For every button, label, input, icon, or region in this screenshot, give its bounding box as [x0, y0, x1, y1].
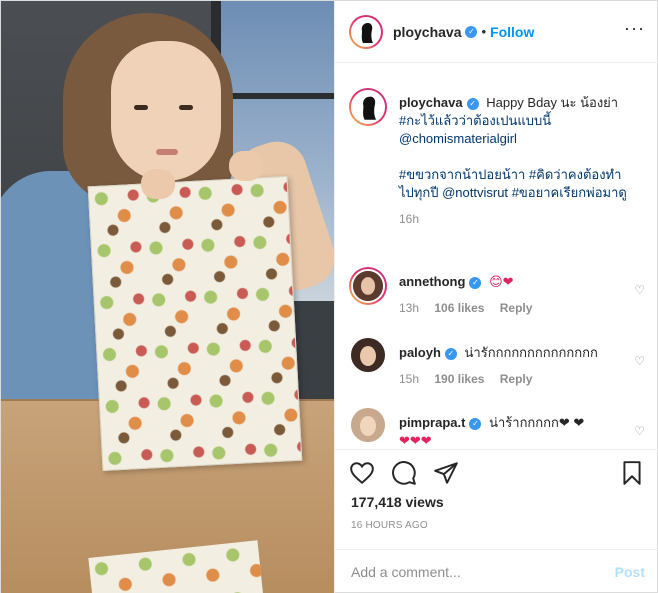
verified-badge-icon: ✓ — [469, 276, 482, 289]
avatar[interactable] — [351, 408, 385, 442]
video-gift-box — [87, 175, 303, 472]
comment-time[interactable]: 15h — [399, 372, 419, 386]
like-comment-heart-icon[interactable]: ♡ — [634, 354, 645, 368]
mention-link[interactable]: @nottvisrut — [442, 185, 508, 200]
comment-text: 😊❤ — [489, 274, 514, 289]
avatar[interactable] — [349, 88, 387, 126]
caption-text: Happy Bday นะ น้องย่า — [486, 95, 619, 110]
post-comment-button[interactable]: Post — [615, 564, 645, 580]
add-comment-bar: Post — [335, 549, 658, 593]
verified-badge-icon: ✓ — [469, 417, 482, 430]
caption-body: ploychava ✓ Happy Bday นะ น้องย่า #กะไว้แ… — [399, 94, 634, 228]
reply-button[interactable]: Reply — [500, 372, 533, 386]
instagram-post: ploychava ✓ • Follow ··· ploychava ✓ Hap… — [0, 0, 658, 593]
bookmark-icon[interactable] — [619, 460, 645, 486]
comment-username[interactable]: pimprapa.t — [399, 415, 465, 430]
heart-icon[interactable] — [349, 460, 375, 486]
separator-dot: • — [481, 24, 487, 39]
view-count[interactable]: 177,418 views — [351, 494, 444, 510]
verified-badge-icon: ✓ — [444, 347, 457, 360]
hashtag-link[interactable]: #ขขวกจากน้าปอยน้าา — [399, 167, 525, 182]
post-actions: 177,418 views 16 HOURS AGO — [335, 449, 658, 549]
post-video[interactable] — [1, 1, 334, 593]
hashtag-link[interactable]: #ขอยาคเรียกพ่อมาดู — [512, 185, 627, 200]
comment-icon[interactable] — [391, 460, 417, 486]
hashtag-link[interactable]: #กะไว้แล้วว่าต้องเปนแบบนี้ — [399, 113, 551, 128]
comments-list: ploychava ✓ Happy Bday นะ น้องย่า #กะไว้แ… — [335, 64, 658, 449]
comment-text-hearts: ❤❤❤ — [399, 433, 432, 448]
profile-photo-icon — [353, 271, 383, 301]
avatar[interactable] — [349, 14, 383, 49]
comment-meta: 13h 106 likes Reply — [399, 299, 634, 317]
comment-body: pimprapa.t ✓ น่าร้ากกกกก❤ ❤ ❤❤❤ — [399, 414, 634, 449]
post-side-panel: ploychava ✓ • Follow ··· ploychava ✓ Hap… — [334, 1, 658, 593]
comment-time[interactable]: 13h — [399, 301, 419, 315]
profile-photo-icon — [351, 338, 385, 372]
comment-likes[interactable]: 106 likes — [434, 301, 484, 315]
profile-photo-icon — [351, 408, 385, 442]
reply-button[interactable]: Reply — [500, 301, 533, 315]
like-comment-heart-icon[interactable]: ♡ — [634, 283, 645, 297]
comment-input[interactable] — [351, 564, 615, 580]
follow-button[interactable]: Follow — [490, 24, 534, 40]
verified-badge-icon: ✓ — [466, 97, 479, 110]
share-icon[interactable] — [433, 460, 459, 486]
profile-silhouette-icon — [353, 92, 383, 122]
comment-text: น่ารักกกกกกกกกกกกกก — [464, 345, 598, 360]
avatar[interactable] — [349, 267, 387, 305]
caption-meta: 16h — [399, 210, 634, 228]
comment-meta: 15h 190 likes Reply — [399, 370, 634, 388]
avatar[interactable] — [351, 338, 385, 372]
like-comment-heart-icon[interactable]: ♡ — [634, 424, 645, 438]
header-username[interactable]: ploychava — [393, 24, 461, 40]
verified-badge-icon: ✓ — [465, 25, 478, 38]
action-icons — [349, 460, 459, 490]
caption-time[interactable]: 16h — [399, 212, 419, 226]
comment-body: annethong ✓ 😊❤ 13h 106 likes Reply — [399, 273, 634, 317]
ellipsis-icon[interactable]: ··· — [624, 19, 645, 37]
caption-username[interactable]: ploychava — [399, 95, 463, 110]
posted-time[interactable]: 16 HOURS AGO — [351, 520, 428, 531]
comment-username[interactable]: paloyh — [399, 345, 441, 360]
profile-silhouette-icon — [353, 18, 379, 45]
mention-link[interactable]: @chomismaterialgirl — [399, 131, 517, 146]
comment-likes[interactable]: 190 likes — [434, 372, 484, 386]
comment-body: paloyh ✓ น่ารักกกกกกกกกกกกกก 15h 190 like… — [399, 344, 634, 388]
comment-username[interactable]: annethong — [399, 274, 465, 289]
comment-text: น่าร้ากกกกก❤ ❤ — [489, 415, 585, 430]
post-header: ploychava ✓ • Follow ··· — [335, 1, 658, 63]
